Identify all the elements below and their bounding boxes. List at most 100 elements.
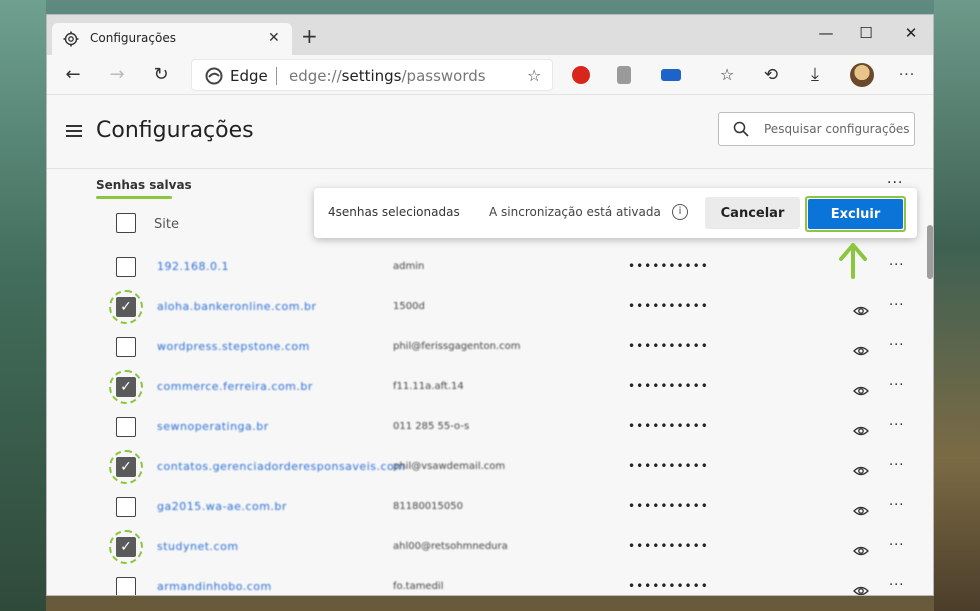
downloads-icon[interactable]: ⤓ <box>803 63 827 87</box>
row-checkbox[interactable] <box>116 337 136 357</box>
row-more-icon[interactable]: ··· <box>889 378 904 393</box>
site-link[interactable]: contatos.gerenciadorderesponsaveis.com <box>157 460 405 473</box>
desktop-background-right <box>934 0 980 611</box>
search-placeholder: Pesquisar configurações <box>764 122 910 136</box>
row-checkbox[interactable]: ✓ <box>116 457 136 477</box>
row-more-icon[interactable]: ··· <box>889 258 904 273</box>
row-more-icon[interactable]: ··· <box>889 498 904 513</box>
password-mask: •••••••••• <box>628 459 709 473</box>
username-text: phil@ferissgagenton.com <box>393 341 521 352</box>
info-icon[interactable]: i <box>672 204 688 220</box>
password-mask: •••••••••• <box>628 379 709 393</box>
favorites-icon[interactable]: ☆ <box>715 63 739 87</box>
close-tab-icon[interactable]: ✕ <box>268 30 280 46</box>
row-more-icon[interactable]: ··· <box>889 298 904 313</box>
address-url: edge://settings/passwords <box>289 67 486 85</box>
row-more-icon[interactable]: ··· <box>889 418 904 433</box>
row-checkbox[interactable] <box>116 497 136 517</box>
back-icon[interactable]: ← <box>61 63 85 87</box>
forward-icon[interactable]: → <box>105 63 129 87</box>
site-link[interactable]: wordpress.stepstone.com <box>157 340 310 353</box>
password-mask: •••••••••• <box>628 259 709 273</box>
edge-logo-icon <box>205 67 223 85</box>
password-mask: •••••••••• <box>628 579 709 593</box>
row-checkbox[interactable]: ✓ <box>116 377 136 397</box>
show-password-icon[interactable] <box>853 502 869 516</box>
row-more-icon[interactable]: ··· <box>889 458 904 473</box>
column-header-site: Site <box>154 217 179 232</box>
search-icon <box>733 121 749 137</box>
scrollbar-thumb[interactable] <box>927 225 933 279</box>
show-password-icon[interactable] <box>853 422 869 436</box>
new-tab-icon[interactable]: + <box>301 26 318 46</box>
navigation-toolbar: ← → ↻ Edge edge://settings/passwords ☆ ☆… <box>47 55 933 95</box>
selection-action-bar: 4senhas selecionadas A sincronização est… <box>314 188 917 238</box>
maximize-icon[interactable]: ☐ <box>854 21 878 45</box>
show-password-icon[interactable] <box>853 542 869 556</box>
username-text: 1500d <box>393 301 425 312</box>
username-text: f11.11a.aft.14 <box>393 381 464 392</box>
password-mask: •••••••••• <box>628 419 709 433</box>
history-icon[interactable]: ⟲ <box>759 63 783 87</box>
password-mask: •••••••••• <box>628 539 709 553</box>
adblock-extension-icon[interactable] <box>572 66 590 84</box>
username-text: ahl00@retsohmnedura <box>393 541 508 552</box>
browser-tab[interactable]: Configurações ✕ <box>52 23 292 55</box>
username-text: admin <box>393 261 425 272</box>
row-more-icon[interactable]: ··· <box>889 538 904 553</box>
site-link[interactable]: 192.168.0.1 <box>157 260 229 273</box>
cancel-button[interactable]: Cancelar <box>705 197 800 229</box>
row-more-icon[interactable]: ··· <box>889 578 904 593</box>
minimize-icon[interactable]: — <box>814 21 838 45</box>
site-link[interactable]: armandinhobo.com <box>157 580 272 593</box>
username-text: 81180015050 <box>393 501 463 512</box>
gear-icon <box>63 31 79 47</box>
show-password-icon[interactable] <box>853 382 869 396</box>
title-bar: Configurações ✕ + — ☐ ✕ <box>47 15 933 55</box>
address-bar[interactable]: Edge edge://settings/passwords ☆ <box>191 59 553 91</box>
username-text: phil@vsawdemail.com <box>393 461 506 472</box>
row-checkbox[interactable]: ✓ <box>116 297 136 317</box>
refresh-icon[interactable]: ↻ <box>149 63 173 87</box>
site-link[interactable]: studynet.com <box>157 540 239 553</box>
site-link[interactable]: commerce.ferreira.com.br <box>157 380 313 393</box>
password-mask: •••••••••• <box>628 499 709 513</box>
row-checkbox[interactable] <box>116 257 136 277</box>
site-link[interactable]: ga2015.wa-ae.com.br <box>157 500 287 513</box>
selected-count: 4senhas selecionadas <box>328 205 460 219</box>
browser-window: Configurações ✕ + — ☐ ✕ ← → ↻ Edge edge:… <box>46 14 934 596</box>
address-brand: Edge <box>230 67 268 85</box>
password-mask: •••••••••• <box>628 299 709 313</box>
delete-button[interactable]: Excluir <box>808 199 903 229</box>
password-mask: •••••••••• <box>628 339 709 353</box>
desktop-background-left <box>0 0 46 611</box>
zip-extension-icon[interactable] <box>661 69 681 81</box>
close-window-icon[interactable]: ✕ <box>899 21 923 45</box>
show-password-icon[interactable] <box>853 342 869 356</box>
address-separator <box>276 67 277 85</box>
row-checkbox[interactable] <box>116 577 136 595</box>
show-password-icon[interactable] <box>853 582 869 595</box>
select-all-checkbox[interactable] <box>116 213 136 233</box>
sync-status: A sincronização está ativada <box>489 205 661 219</box>
profile-avatar[interactable] <box>850 63 874 87</box>
settings-header: Configurações Pesquisar configurações <box>47 95 933 169</box>
settings-search-input[interactable]: Pesquisar configurações <box>718 112 915 146</box>
menu-icon[interactable] <box>66 125 82 137</box>
page-title: Configurações <box>96 118 254 143</box>
up-arrow-annotation-icon <box>839 243 867 279</box>
row-checkbox[interactable]: ✓ <box>116 537 136 557</box>
username-text: 011 285 55-o-s <box>393 421 470 432</box>
more-menu-icon[interactable]: ··· <box>895 63 919 87</box>
pdf-extension-icon[interactable] <box>617 66 631 84</box>
username-text: fo.tamedil <box>393 581 444 592</box>
show-password-icon[interactable] <box>853 462 869 476</box>
site-link[interactable]: sewnoperatinga.br <box>157 420 269 433</box>
row-checkbox[interactable] <box>116 417 136 437</box>
add-favorite-icon[interactable]: ☆ <box>527 66 547 86</box>
site-link[interactable]: aloha.bankeronline.com.br <box>157 300 317 313</box>
row-more-icon[interactable]: ··· <box>889 338 904 353</box>
section-highlight <box>96 196 172 199</box>
show-password-icon[interactable] <box>853 302 869 316</box>
section-title: Senhas salvas <box>96 178 192 192</box>
